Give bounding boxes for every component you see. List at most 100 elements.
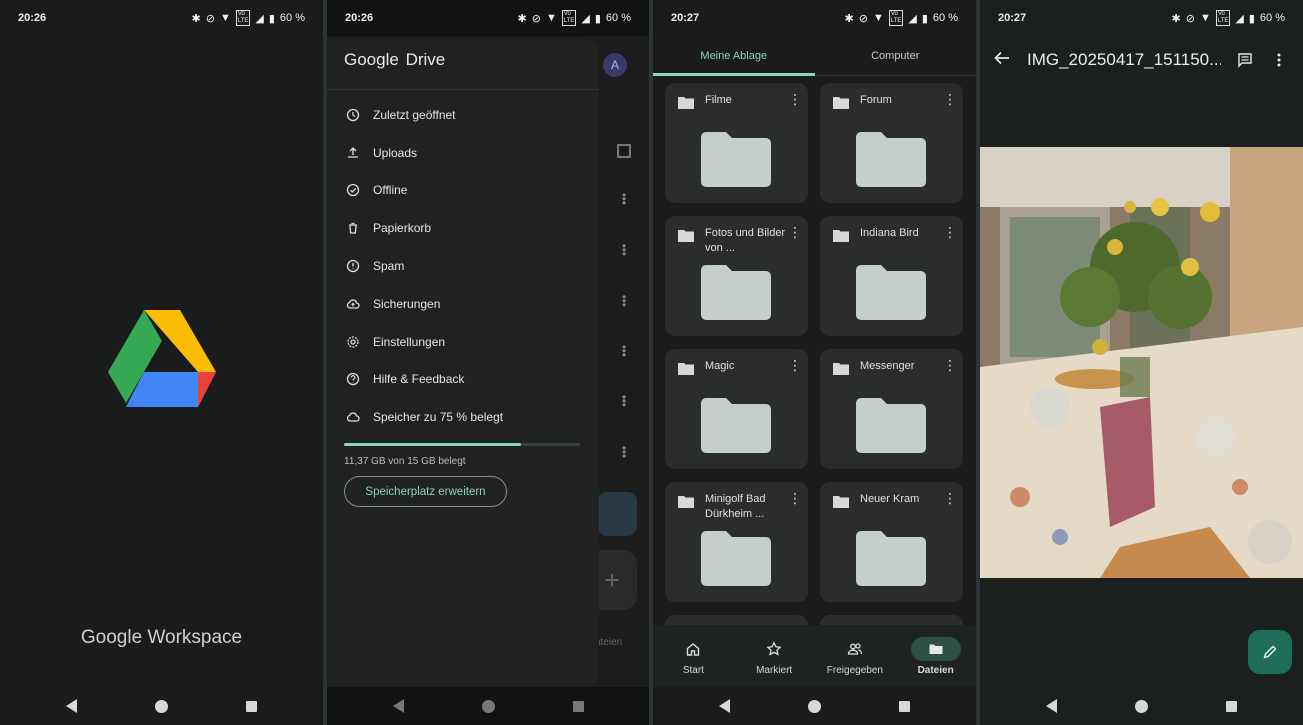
- folder-icon: [910, 636, 961, 661]
- battery-icon: ▮: [268, 12, 275, 25]
- status-bar: 20:27 ✱ ⊘ ▼ Vo LTE ◢ ▮ 60 %: [653, 0, 976, 36]
- recents-icon[interactable]: [1226, 700, 1237, 712]
- more-vert-icon[interactable]: ⋮: [943, 92, 957, 106]
- photo-preview[interactable]: [980, 147, 1303, 578]
- file-title: IMG_20250417_151150....: [1027, 50, 1221, 69]
- folder-name: Magic: [705, 360, 735, 372]
- edit-fab[interactable]: [1248, 630, 1292, 674]
- back-icon[interactable]: [392, 699, 404, 713]
- folder-thumbnail-icon: [856, 132, 926, 187]
- mute-icon: ⊘: [531, 12, 541, 25]
- more-icon: • • •: [622, 390, 627, 412]
- drawer-item-storage[interactable]: Speicher zu 75 % belegt: [327, 398, 599, 436]
- drawer-item-uploads[interactable]: Uploads: [327, 134, 599, 172]
- bluetooth-icon: ✱: [191, 12, 201, 25]
- recents-icon[interactable]: [899, 700, 910, 712]
- drawer-item-help[interactable]: Hilfe & Feedback: [327, 361, 599, 399]
- nav-start[interactable]: Start: [653, 625, 734, 687]
- bluetooth-icon: ✱: [517, 12, 527, 25]
- offline-icon: [346, 183, 360, 197]
- drawer-item-recent[interactable]: Zuletzt geöffnet: [327, 96, 599, 134]
- back-icon[interactable]: [719, 699, 730, 713]
- tab-my-drive[interactable]: Meine Ablage: [653, 36, 815, 76]
- folder-card[interactable]: Neuer Kram ⋮: [820, 482, 963, 602]
- wifi-icon: ▼: [545, 12, 557, 24]
- expand-storage-button[interactable]: Speicherplatz erweitern: [344, 476, 507, 507]
- status-time: 20:26: [345, 12, 374, 24]
- more-vert-icon[interactable]: ⋮: [943, 225, 957, 239]
- back-icon[interactable]: [66, 699, 77, 713]
- folder-card[interactable]: Magic ⋮: [665, 349, 808, 469]
- back-icon[interactable]: [1046, 699, 1057, 713]
- more-vert-icon[interactable]: ⋮: [943, 491, 957, 505]
- folder-card[interactable]: Minigolf Bad Dürkheim ... ⋮: [665, 482, 808, 602]
- comment-icon[interactable]: [1235, 52, 1255, 68]
- drawer-title-drive: Drive: [405, 50, 446, 69]
- home-icon[interactable]: [1135, 699, 1148, 713]
- signal-icon: ◢: [1235, 12, 1244, 25]
- folder-card[interactable]: Indiana Bird ⋮: [820, 216, 963, 336]
- drive-files-screen: 20:27 ✱ ⊘ ▼ Vo LTE ◢ ▮ 60 % Meine Ablage …: [653, 0, 976, 725]
- status-icons: ✱ ⊘ ▼ Vo LTE ◢ ▮ 60 %: [845, 10, 958, 26]
- nav-shared[interactable]: Freigegeben: [815, 625, 896, 687]
- battery-percent: 60 %: [1259, 12, 1285, 24]
- drawer-item-spam[interactable]: Spam: [327, 247, 599, 285]
- people-icon: [830, 637, 880, 661]
- folder-icon: [678, 496, 694, 508]
- nav-label: Start: [682, 664, 704, 676]
- tab-computer[interactable]: Computer: [815, 36, 977, 75]
- more-vert-icon[interactable]: [1269, 53, 1289, 67]
- more-vert-icon[interactable]: ⋮: [788, 92, 802, 106]
- folder-icon: [833, 230, 849, 242]
- folder-icon: [678, 97, 694, 109]
- nav-files[interactable]: Dateien: [895, 625, 976, 687]
- home-icon[interactable]: [808, 699, 821, 713]
- spam-icon: [346, 259, 360, 273]
- recents-icon[interactable]: [572, 700, 584, 712]
- folder-card[interactable]: Fotos und Bilder von ... ⋮: [665, 216, 808, 336]
- wifi-icon: ▼: [219, 12, 231, 24]
- more-vert-icon[interactable]: ⋮: [788, 491, 802, 505]
- camera-fab: [597, 492, 637, 536]
- folder-thumbnail-icon: [856, 265, 926, 320]
- more-vert-icon[interactable]: ⋮: [788, 225, 802, 239]
- drawer-item-settings[interactable]: Einstellungen: [327, 323, 599, 361]
- folder-icon: [833, 496, 849, 508]
- status-time: 20:27: [671, 12, 700, 24]
- folder-icon: [833, 97, 849, 109]
- drawer-item-backups[interactable]: Sicherungen: [327, 285, 599, 323]
- battery-percent: 60 %: [932, 12, 958, 24]
- home-icon[interactable]: [155, 699, 168, 713]
- folder-header: Messenger ⋮: [833, 358, 957, 375]
- storage-progress-fill: [344, 443, 521, 446]
- status-icons: ✱ ⊘ ▼ Vo LTE ◢ ▮ 60 %: [517, 10, 631, 26]
- drawer-item-label: Einstellungen: [373, 334, 446, 349]
- drawer-item-label: Sicherungen: [373, 296, 441, 311]
- nav-starred[interactable]: Markiert: [734, 625, 815, 687]
- storage-usage-text: 11,37 GB von 15 GB belegt: [344, 456, 466, 467]
- more-icon: • • •: [622, 340, 627, 362]
- more-vert-icon[interactable]: ⋮: [943, 358, 957, 372]
- wifi-icon: ▼: [1199, 12, 1211, 24]
- drawer-item-offline[interactable]: Offline: [327, 172, 599, 210]
- more-vert-icon[interactable]: ⋮: [788, 358, 802, 372]
- star-icon: [749, 637, 799, 661]
- grid-view-icon: [617, 144, 631, 158]
- drawer-item-label: Spam: [373, 259, 405, 274]
- home-icon[interactable]: [481, 699, 495, 713]
- help-icon: [346, 372, 360, 386]
- folder-card[interactable]: Forum ⋮: [820, 83, 963, 203]
- back-arrow-icon[interactable]: [994, 51, 1010, 70]
- upload-icon: [346, 146, 360, 160]
- folder-header: Minigolf Bad Dürkheim ... ⋮: [678, 491, 802, 522]
- signal-icon: ◢: [908, 12, 917, 25]
- folder-card[interactable]: Filme ⋮: [665, 83, 808, 203]
- avatar[interactable]: A: [603, 53, 627, 77]
- drawer-item-label: Offline: [373, 183, 408, 198]
- folder-card[interactable]: Messenger ⋮: [820, 349, 963, 469]
- drawer-item-label: Zuletzt geöffnet: [373, 107, 456, 122]
- drawer-title: Google Drive: [327, 38, 599, 90]
- recents-icon[interactable]: [246, 700, 257, 712]
- mute-icon: ⊘: [205, 12, 215, 25]
- drawer-item-trash[interactable]: Papierkorb: [327, 209, 599, 247]
